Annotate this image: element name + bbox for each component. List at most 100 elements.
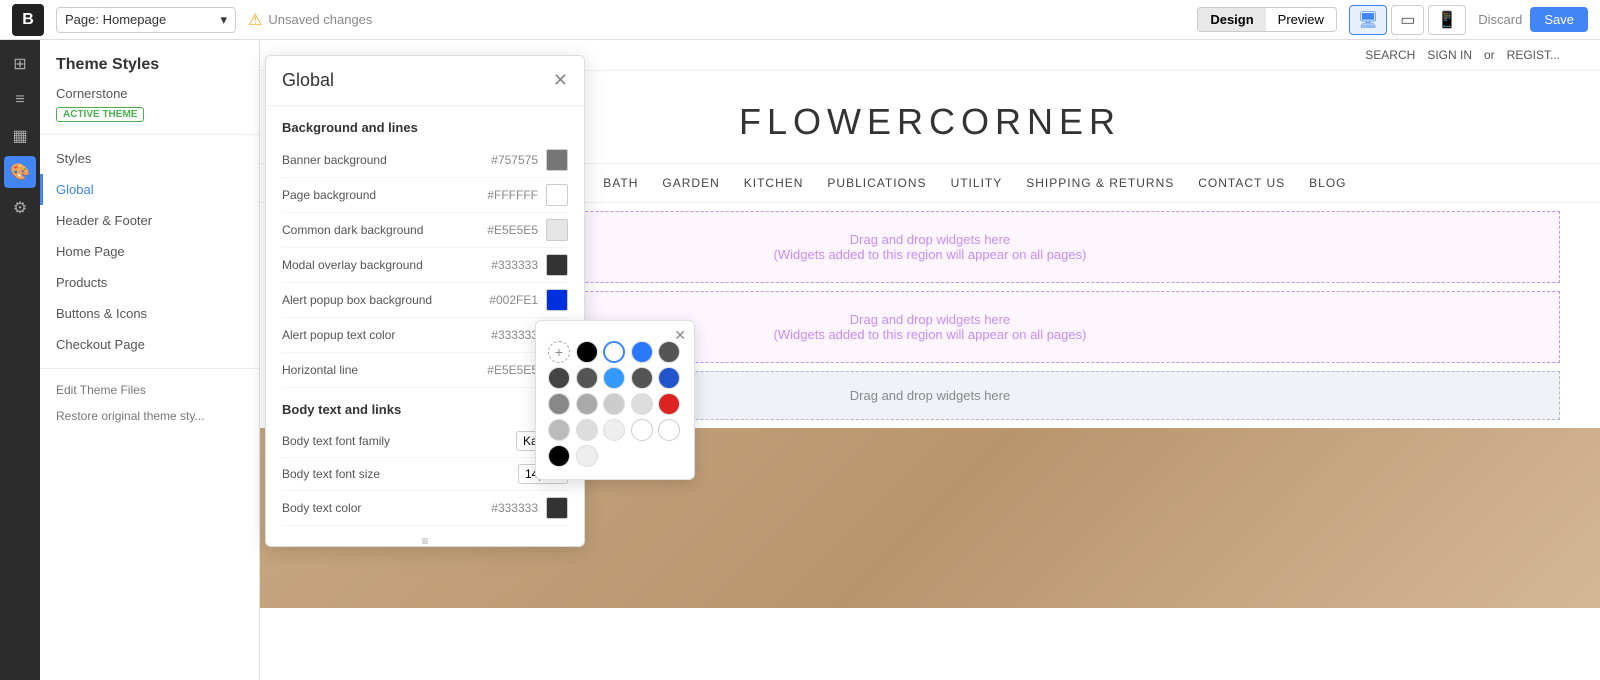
- color-swatch-blue[interactable]: [631, 341, 653, 363]
- theme-panel-title: Theme Styles: [40, 56, 259, 86]
- tablet-view-button[interactable]: ▭: [1391, 5, 1424, 35]
- modal-overlay-label: Modal overlay background: [282, 258, 491, 272]
- global-panel-header: Global ✕: [266, 56, 584, 106]
- alert-text-hex: #333333: [491, 328, 538, 342]
- color-swatch-nearwhite1[interactable]: [603, 419, 625, 441]
- desktop-view-button[interactable]: 🖥: [1349, 5, 1387, 35]
- sidebar-item-checkout[interactable]: Checkout Page: [40, 329, 259, 360]
- nav-shipping[interactable]: SHIPPING & RETURNS: [1026, 176, 1174, 190]
- color-swatch-dark2[interactable]: [548, 367, 570, 389]
- preview-button[interactable]: Preview: [1266, 8, 1336, 31]
- body-text-color-row: Body text color #333333: [282, 491, 568, 526]
- horizontal-line-label: Horizontal line: [282, 363, 487, 377]
- color-swatch-black2[interactable]: [548, 445, 570, 467]
- color-swatch-blue2[interactable]: [603, 367, 625, 389]
- color-grid: +: [548, 341, 682, 467]
- color-swatch-gray2[interactable]: [576, 393, 598, 415]
- edit-theme-files-link[interactable]: Edit Theme Files: [40, 377, 259, 403]
- color-picker-close-button[interactable]: ✕: [674, 327, 686, 344]
- body-font-family-label: Body text font family: [282, 434, 516, 448]
- icon-bar-home[interactable]: ⊞: [4, 48, 36, 80]
- theme-name: Cornerstone: [40, 86, 259, 105]
- global-panel-title: Global: [282, 70, 334, 91]
- alert-box-swatch[interactable]: [546, 289, 568, 311]
- warning-icon: ⚠: [248, 10, 262, 30]
- nav-bath[interactable]: BATH: [603, 176, 638, 190]
- color-swatch-gray1[interactable]: [548, 393, 570, 415]
- discard-button[interactable]: Discard: [1478, 12, 1522, 27]
- signin-label: SIGN IN: [1427, 48, 1472, 62]
- app-logo: B: [12, 4, 44, 36]
- active-theme-badge: ACTIVE THEME: [56, 107, 144, 122]
- color-swatch-gray3[interactable]: [603, 393, 625, 415]
- common-dark-label: Common dark background: [282, 223, 487, 237]
- modal-overlay-row: Modal overlay background #333333: [282, 248, 568, 283]
- color-swatch-lightgray1[interactable]: [548, 419, 570, 441]
- top-right-actions: Discard Save: [1478, 7, 1588, 32]
- page-selector-label: Page: Homepage: [65, 12, 166, 27]
- page-bg-swatch[interactable]: [546, 184, 568, 206]
- site-header-actions: SEARCH SIGN IN or REGIST...: [1365, 48, 1560, 62]
- sidebar-item-header-footer[interactable]: Header & Footer: [40, 205, 259, 236]
- color-picker-popup: ✕ +: [535, 320, 695, 480]
- restore-theme-link[interactable]: Restore original theme sty...: [40, 403, 259, 429]
- icon-bar-layers[interactable]: ≡: [4, 84, 36, 116]
- color-swatch-dark1[interactable]: [658, 341, 680, 363]
- nav-garden[interactable]: GARDEN: [662, 176, 719, 190]
- common-dark-hex: #E5E5E5: [487, 223, 538, 237]
- color-swatch-nearwhite2[interactable]: [576, 445, 598, 467]
- color-swatch-dark4[interactable]: [631, 367, 653, 389]
- nav-utility[interactable]: UTILITY: [951, 176, 1003, 190]
- add-color-button[interactable]: +: [548, 341, 570, 363]
- color-swatch-white2[interactable]: [658, 419, 680, 441]
- color-swatch-navy[interactable]: [658, 367, 680, 389]
- color-swatch-dark3[interactable]: [576, 367, 598, 389]
- main-layout: ⊞ ≡ ▦ 🎨 ⚙ Theme Styles Cornerstone ACTIV…: [0, 40, 1600, 680]
- theme-nav-section: Edit Theme Files Restore original theme …: [40, 368, 259, 429]
- save-button[interactable]: Save: [1530, 7, 1588, 32]
- nav-publications[interactable]: PUBLICATIONS: [827, 176, 926, 190]
- body-text-heading: Body text and links: [282, 388, 568, 425]
- theme-panel: Theme Styles Cornerstone ACTIVE THEME St…: [40, 40, 260, 680]
- nav-blog[interactable]: BLOG: [1309, 176, 1346, 190]
- common-dark-row: Common dark background #E5E5E5: [282, 213, 568, 248]
- icon-bar: ⊞ ≡ ▦ 🎨 ⚙: [0, 40, 40, 680]
- page-bg-label: Page background: [282, 188, 487, 202]
- sidebar-item-home-page[interactable]: Home Page: [40, 236, 259, 267]
- icon-bar-settings[interactable]: ⚙: [4, 192, 36, 224]
- sidebar-item-buttons-icons[interactable]: Buttons & Icons: [40, 298, 259, 329]
- view-buttons: 🖥 ▭ 📱: [1349, 5, 1466, 35]
- theme-nav: Styles Global Header & Footer Home Page …: [40, 134, 259, 360]
- modal-overlay-hex: #333333: [491, 258, 538, 272]
- page-background-row: Page background #FFFFFF: [282, 178, 568, 213]
- color-swatch-black[interactable]: [576, 341, 598, 363]
- nav-kitchen[interactable]: KITCHEN: [744, 176, 804, 190]
- sidebar-item-styles[interactable]: Styles: [40, 143, 259, 174]
- modal-overlay-swatch[interactable]: [546, 254, 568, 276]
- design-button[interactable]: Design: [1198, 8, 1265, 31]
- body-font-size-label: Body text font size: [282, 467, 518, 481]
- color-swatch-red[interactable]: [658, 393, 680, 415]
- alert-text-row: Alert popup text color #333333: [282, 318, 568, 353]
- page-selector[interactable]: Page: Homepage ▾: [56, 7, 236, 33]
- unsaved-changes: ⚠ Unsaved changes: [248, 10, 372, 30]
- alert-box-label: Alert popup box background: [282, 293, 489, 307]
- global-panel-close-button[interactable]: ✕: [553, 70, 568, 91]
- common-dark-swatch[interactable]: [546, 219, 568, 241]
- register-label: REGIST...: [1507, 48, 1560, 62]
- sidebar-item-products[interactable]: Products: [40, 267, 259, 298]
- alert-box-row: Alert popup box background #002FE1: [282, 283, 568, 318]
- banner-bg-swatch[interactable]: [546, 149, 568, 171]
- or-label: or: [1484, 48, 1495, 62]
- color-swatch-white-selected[interactable]: [603, 341, 625, 363]
- mobile-view-button[interactable]: 📱: [1428, 5, 1466, 35]
- body-text-color-label: Body text color: [282, 501, 491, 515]
- color-swatch-gray4[interactable]: [631, 393, 653, 415]
- color-swatch-white1[interactable]: [631, 419, 653, 441]
- body-text-color-swatch[interactable]: [546, 497, 568, 519]
- color-swatch-lightgray2[interactable]: [576, 419, 598, 441]
- nav-contact-us[interactable]: CONTACT US: [1198, 176, 1285, 190]
- icon-bar-paint[interactable]: 🎨: [4, 156, 36, 188]
- sidebar-item-global[interactable]: Global: [40, 174, 259, 205]
- icon-bar-blocks[interactable]: ▦: [4, 120, 36, 152]
